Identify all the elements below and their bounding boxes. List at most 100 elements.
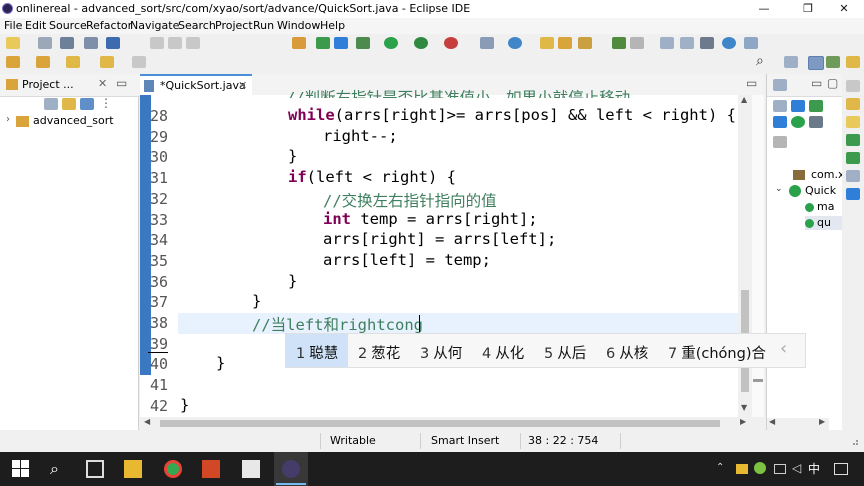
debug-perspective-icon[interactable] (826, 56, 840, 68)
resume-icon[interactable] (150, 37, 164, 49)
back-icon[interactable] (100, 56, 114, 68)
console-icon[interactable] (846, 188, 860, 200)
project-name[interactable]: advanced_sort (33, 114, 114, 127)
search-tool-icon[interactable] (578, 37, 592, 49)
new-icon[interactable] (6, 37, 20, 49)
outline-tool-icon[interactable] (773, 100, 787, 112)
close-icon[interactable]: ✕ (98, 77, 107, 90)
close-button[interactable]: ✕ (824, 0, 864, 18)
save-all-icon[interactable] (60, 37, 74, 49)
typora-icon[interactable] (242, 460, 260, 478)
menu-project[interactable]: Project (215, 18, 253, 34)
filter-icon[interactable] (80, 98, 94, 110)
text-icon[interactable] (334, 37, 348, 49)
task-view-icon[interactable] (86, 460, 104, 478)
menu-run[interactable]: Run (253, 18, 274, 34)
windows-start-icon[interactable] (12, 460, 30, 478)
pilcrow-icon[interactable] (700, 37, 714, 49)
hide-static-icon[interactable] (773, 116, 787, 128)
menu-navigate[interactable]: Navigate (130, 18, 179, 34)
ime-prev-page-icon[interactable]: ‹ (780, 338, 787, 359)
project-explorer-tab[interactable]: Project ... (22, 78, 74, 91)
chevron-down-icon[interactable]: ⌄ (775, 184, 783, 194)
ime-candidate[interactable]: 2 葱花 (358, 342, 400, 363)
minimize-view-icon[interactable]: ▭ (746, 76, 757, 90)
git-perspective-icon[interactable] (846, 56, 860, 68)
last-edit-icon[interactable] (66, 56, 80, 68)
menu-help[interactable]: Help (320, 18, 345, 34)
outline-h-scrollbar[interactable]: ◀ ▶ (767, 417, 829, 430)
maximize-view-icon[interactable]: ▢ (827, 76, 838, 90)
ime-mode-indicator[interactable]: 中 (808, 460, 820, 477)
web-browser-icon[interactable] (744, 37, 758, 49)
scroll-right-icon[interactable]: ▶ (740, 417, 746, 426)
search-icon[interactable]: ⌕ (756, 53, 764, 69)
menu-source[interactable]: Source (49, 18, 87, 34)
problems-icon[interactable] (846, 152, 860, 164)
toggle-breadcrumb-icon[interactable] (292, 37, 306, 49)
java-perspective-icon[interactable] (808, 56, 824, 70)
open-type-icon[interactable] (540, 37, 554, 49)
scroll-right-icon[interactable]: ▶ (819, 417, 825, 426)
powerpoint-icon[interactable] (202, 460, 220, 478)
ime-candidate[interactable]: 6 从核 (606, 342, 648, 363)
next-annotation-icon[interactable] (6, 56, 20, 68)
link-editor-icon[interactable] (62, 98, 76, 110)
chrome-icon[interactable] (164, 460, 182, 478)
view-menu-icon[interactable]: ⋮ (100, 96, 112, 110)
file-explorer-icon[interactable] (124, 460, 142, 478)
menu-search[interactable]: Search (178, 18, 216, 34)
ime-candidate[interactable]: 3 从何 (420, 342, 462, 363)
list-item[interactable]: › advanced_sort (0, 114, 138, 130)
ime-candidate[interactable]: 7 重(chóng)合 (668, 342, 766, 363)
pen-icon[interactable] (630, 37, 644, 49)
menu-edit[interactable]: Edit (25, 18, 46, 34)
chevron-up-icon[interactable]: ⌃ (716, 462, 724, 473)
notifications-icon[interactable] (834, 463, 848, 475)
chevron-right-icon[interactable]: › (6, 114, 10, 125)
status-cursor-position[interactable]: 38 : 22 : 754 (528, 434, 598, 447)
volume-icon[interactable]: ◁ (792, 461, 801, 475)
ime-candidate[interactable]: 1 聪慧 (296, 342, 338, 363)
minimize-view-icon[interactable]: ▭ (811, 76, 822, 90)
scroll-left-icon[interactable]: ◀ (144, 417, 150, 426)
suspend-icon[interactable] (168, 37, 182, 49)
debug-icon[interactable] (356, 37, 370, 49)
sort-icon[interactable] (791, 100, 805, 112)
globe-icon[interactable] (722, 37, 736, 49)
outline-trim-icon[interactable] (846, 134, 860, 146)
hide-local-types-icon[interactable] (809, 116, 823, 128)
maximize-button[interactable]: ❐ (788, 0, 828, 18)
task-list-icon[interactable] (846, 116, 860, 128)
tab-quicksort[interactable]: *QuickSort.java ✕ (140, 74, 252, 96)
javadoc-icon[interactable] (846, 170, 860, 182)
scroll-up-icon[interactable]: ▲ (741, 95, 747, 104)
open-perspective-icon[interactable] (784, 56, 798, 68)
menu-window[interactable]: Window (277, 18, 320, 34)
save-icon[interactable] (38, 37, 52, 49)
scroll-down-icon[interactable]: ▼ (741, 403, 747, 412)
tasks-icon[interactable] (846, 98, 860, 110)
menu-refactor[interactable]: Refactor (86, 18, 132, 34)
prev-annotation-icon[interactable] (36, 56, 50, 68)
terminate-icon[interactable] (186, 37, 200, 49)
outline-view-icon[interactable] (773, 79, 787, 91)
search-icon[interactable]: ⌕ (50, 459, 59, 479)
ime-candidate[interactable]: 4 从化 (482, 342, 524, 363)
status-insert-mode[interactable]: Smart Insert (431, 434, 499, 447)
h-scrollbar-thumb[interactable] (160, 420, 720, 427)
hide-fields-icon[interactable] (809, 100, 823, 112)
hide-nonpublic-icon[interactable] (791, 116, 805, 128)
external-tools-icon[interactable] (444, 37, 458, 49)
list-item[interactable]: ma (805, 200, 843, 214)
list-item[interactable]: qu (805, 216, 843, 230)
horizontal-scrollbar[interactable]: ◀ ▶ (140, 417, 752, 430)
scroll-left-icon[interactable]: ◀ (769, 417, 775, 426)
collapse-all-icon[interactable] (44, 98, 58, 110)
new-java-project-icon[interactable] (480, 37, 494, 49)
editor-scrollbar[interactable]: ▲ ▼ (738, 95, 752, 417)
coverage-icon[interactable] (414, 37, 428, 49)
tray-wechat-icon[interactable] (754, 462, 766, 474)
forward-icon[interactable] (132, 56, 146, 68)
open-folder-icon[interactable] (558, 37, 572, 49)
